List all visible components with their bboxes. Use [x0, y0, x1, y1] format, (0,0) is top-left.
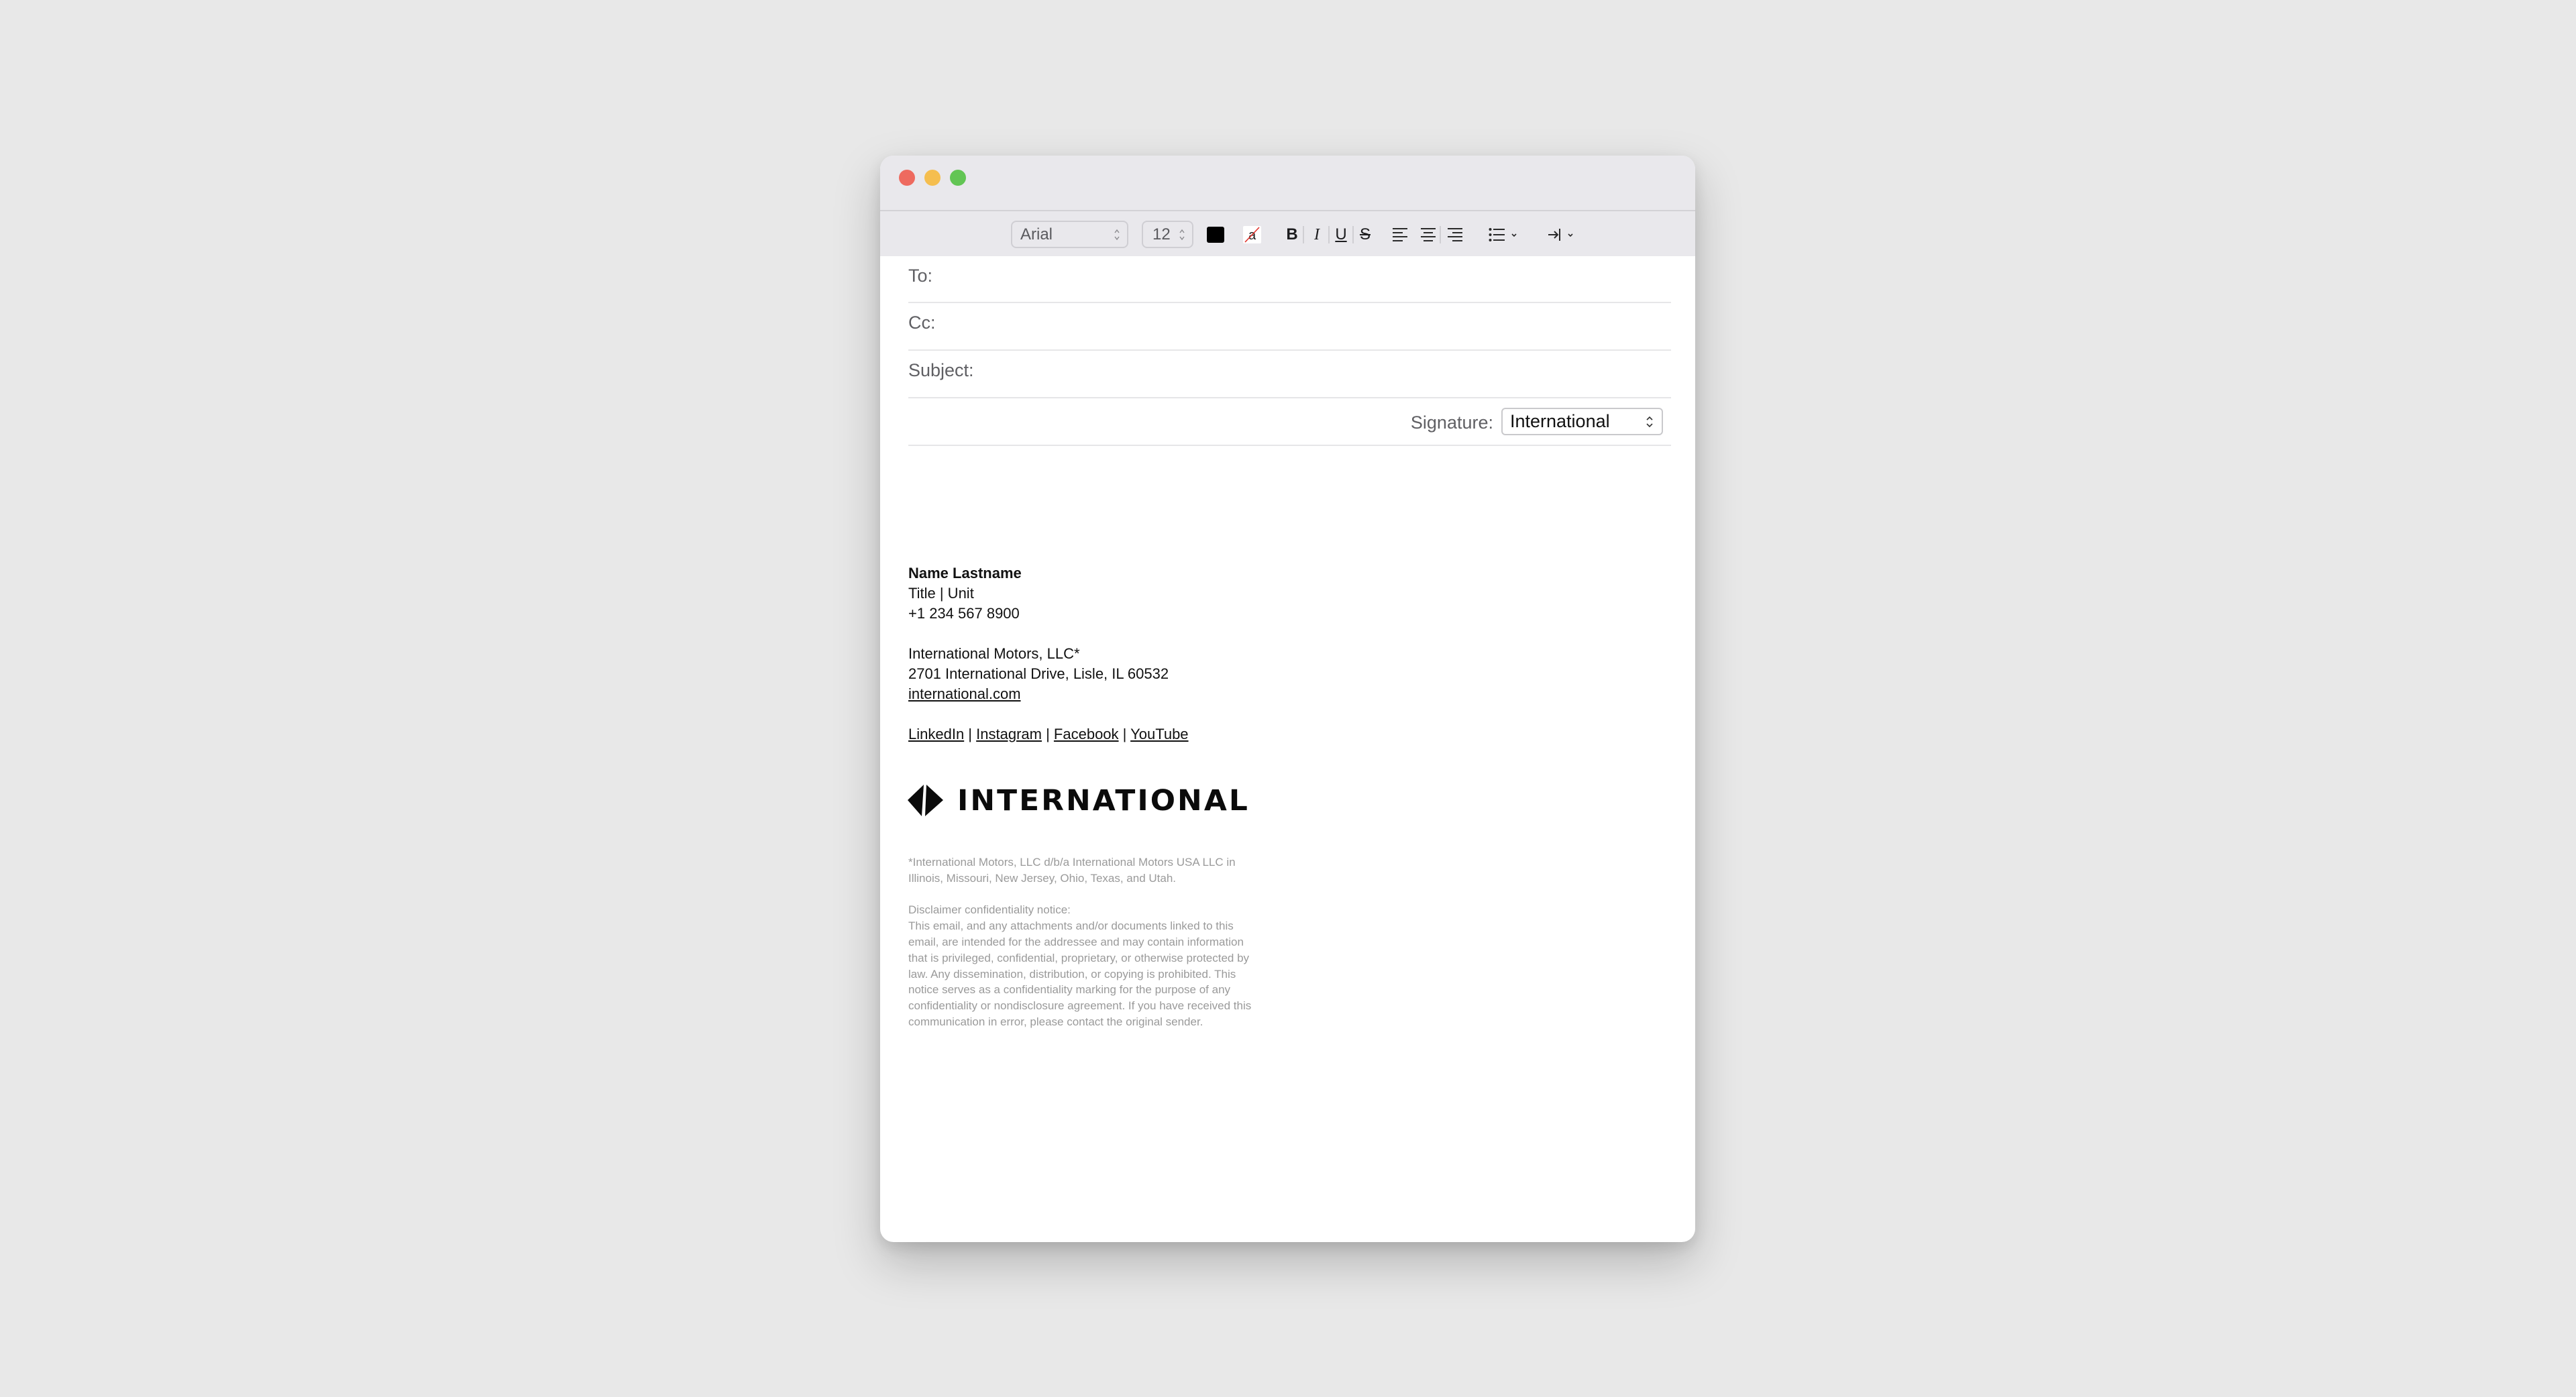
signature-name: Name Lastname — [908, 565, 1022, 581]
signature-label: Signature: — [1410, 412, 1493, 433]
close-button[interactable] — [899, 170, 915, 186]
disclaimer: *International Motors, LLC d/b/a Interna… — [908, 854, 1284, 1030]
maximize-button[interactable] — [950, 170, 966, 186]
cc-field[interactable]: Cc: — [908, 303, 1671, 351]
signature-row: Signature: International — [908, 398, 1671, 446]
separator: | — [1118, 726, 1131, 742]
align-center-button[interactable] — [1420, 226, 1436, 245]
facebook-link[interactable]: Facebook — [1054, 726, 1119, 742]
disclaimer-line: This email, and any attachments and/or d… — [908, 919, 1234, 933]
email-signature: Name Lastname Title | Unit +1 234 567 89… — [908, 563, 1189, 744]
disclaimer-line: law. Any dissemination, distribution, or… — [908, 967, 1236, 981]
list-icon — [1489, 228, 1517, 241]
signature-select-value: International — [1510, 411, 1610, 431]
divider — [1303, 226, 1304, 243]
highlight-color-button[interactable]: a — [1243, 226, 1261, 243]
to-label: To: — [908, 266, 933, 286]
social-links: LinkedIn | Instagram | Facebook | YouTub… — [908, 724, 1189, 744]
disclaimer-line: that is privileged, confidential, propri… — [908, 951, 1250, 964]
minimize-button[interactable] — [924, 170, 941, 186]
text-color-swatch[interactable] — [1207, 227, 1224, 243]
separator: | — [964, 726, 977, 742]
disclaimer-line: confidentiality or nondisclosure agreeme… — [908, 999, 1252, 1013]
cc-label: Cc: — [908, 313, 936, 333]
signature-phone: +1 234 567 8900 — [908, 605, 1020, 622]
subject-field[interactable]: Subject: — [908, 351, 1671, 398]
font-family-select[interactable]: Arial — [1011, 221, 1128, 248]
instagram-link[interactable]: Instagram — [976, 726, 1042, 742]
chevron-down-icon — [1568, 233, 1573, 237]
website-link[interactable]: international.com — [908, 685, 1021, 702]
align-right-icon — [1448, 228, 1462, 241]
linkedin-link[interactable]: LinkedIn — [908, 726, 964, 742]
divider — [1352, 226, 1354, 243]
disclaimer-line: notice serves as a confidentiality marki… — [908, 983, 1231, 997]
footnote-line: *International Motors, LLC d/b/a Interna… — [908, 856, 1236, 869]
title-bar — [880, 156, 1695, 211]
signature-select[interactable]: International — [1501, 408, 1663, 435]
underline-button[interactable]: U — [1332, 223, 1350, 246]
align-left-icon — [1393, 228, 1407, 241]
updown-chevron-icon — [1114, 229, 1120, 241]
signature-company: International Motors, LLC* — [908, 645, 1080, 662]
international-logo: INTERNATIONAL — [908, 784, 1248, 818]
disclaimer-line: communication in error, please contact t… — [908, 1015, 1203, 1028]
font-size-value: 12 — [1152, 225, 1171, 243]
strikethrough-button[interactable]: S — [1356, 223, 1375, 246]
disclaimer-line: email, are intended for the addressee an… — [908, 935, 1244, 948]
divider — [1328, 226, 1330, 243]
to-field[interactable]: To: — [908, 256, 1671, 303]
youtube-link[interactable]: YouTube — [1130, 726, 1188, 742]
divider — [1440, 226, 1441, 243]
format-toolbar: Arial 12 a B I U S — [880, 211, 1695, 256]
updown-chevron-icon — [1646, 416, 1653, 428]
indent-button[interactable] — [1548, 226, 1580, 243]
signature-address: 2701 International Drive, Lisle, IL 6053… — [908, 665, 1169, 682]
align-center-icon — [1421, 228, 1436, 241]
diamond-logo-icon — [908, 785, 943, 816]
subject-label: Subject: — [908, 360, 974, 380]
footnote-line: Illinois, Missouri, New Jersey, Ohio, Te… — [908, 871, 1177, 885]
separator: | — [1041, 726, 1054, 742]
list-style-button[interactable] — [1489, 226, 1521, 243]
updown-chevron-icon — [1179, 229, 1185, 241]
no-highlight-icon: a — [1244, 227, 1260, 243]
font-family-value: Arial — [1020, 225, 1053, 243]
logo-wordmark: INTERNATIONAL — [957, 784, 1250, 818]
font-size-select[interactable]: 12 — [1142, 221, 1193, 248]
compose-window: Arial 12 a B I U S — [880, 156, 1695, 1242]
bold-button[interactable]: B — [1283, 223, 1301, 246]
header-fields: To: Cc: Subject: Signature: Internationa… — [908, 256, 1671, 446]
align-right-button[interactable] — [1447, 226, 1463, 245]
italic-button[interactable]: I — [1307, 223, 1327, 246]
disclaimer-heading: Disclaimer confidentiality notice: — [908, 903, 1071, 917]
chevron-down-icon — [1511, 233, 1517, 237]
svg-text:a: a — [1248, 228, 1256, 243]
signature-title: Title | Unit — [908, 585, 974, 602]
indent-icon — [1548, 229, 1573, 241]
align-left-button[interactable] — [1392, 226, 1408, 245]
